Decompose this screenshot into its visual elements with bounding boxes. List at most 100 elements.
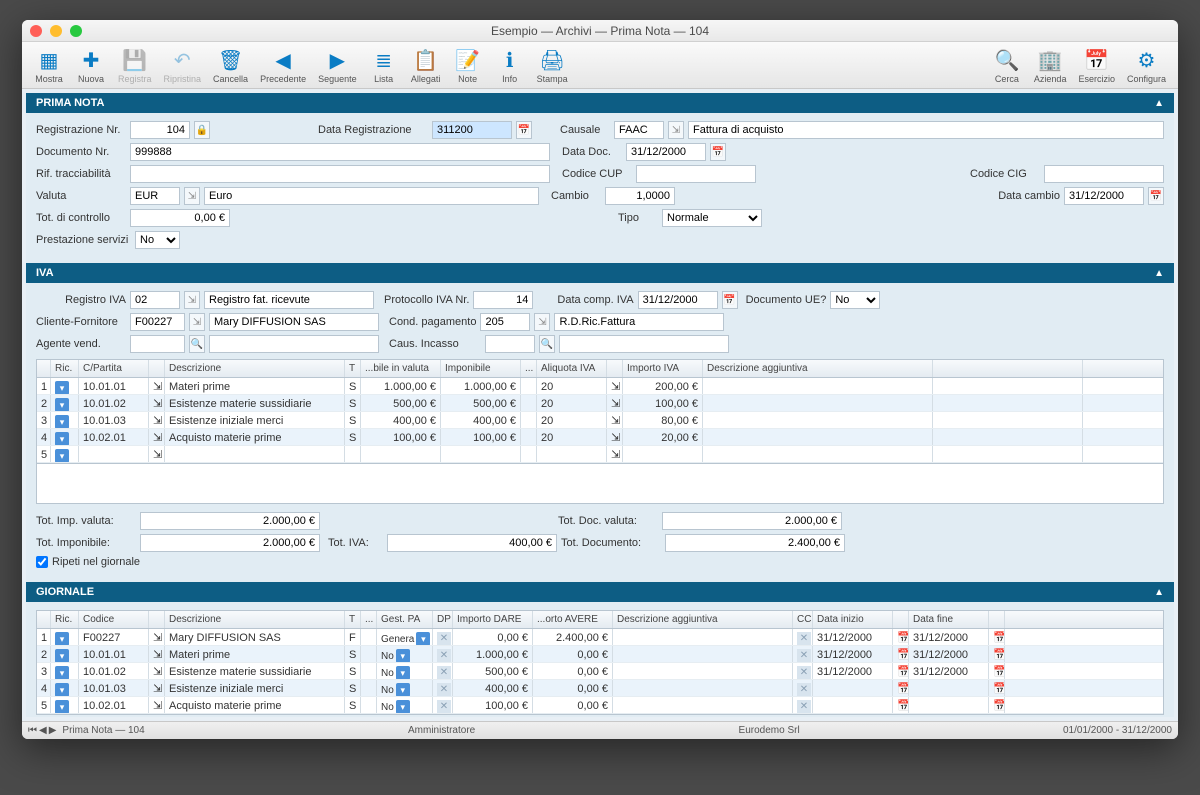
col-header[interactable] — [933, 360, 1083, 377]
row-menu-icon[interactable]: ▾ — [55, 700, 69, 713]
panel-prima-nota-header[interactable]: PRIMA NOTA ▲ — [26, 93, 1174, 113]
toolbar-allegati-button[interactable]: 📋Allegati — [405, 46, 447, 84]
row-menu-icon[interactable]: ▾ — [55, 432, 69, 445]
col-header[interactable] — [149, 360, 165, 377]
toolbar-mostra-button[interactable]: ▦Mostra — [28, 46, 70, 84]
col-header[interactable] — [37, 611, 51, 628]
collapse-icon[interactable]: ▲ — [1154, 587, 1164, 598]
lookup-icon[interactable]: ⇲ — [668, 121, 684, 139]
table-row[interactable]: 5▾10.02.01⇲Acquisto materie primeSNo▾✕10… — [37, 697, 1163, 714]
toolbar-precedente-button[interactable]: ◀Precedente — [254, 46, 312, 84]
cambio-field[interactable] — [605, 187, 675, 205]
toolbar-cerca-button[interactable]: 🔍Cerca — [986, 46, 1028, 84]
col-header[interactable] — [607, 360, 623, 377]
col-header[interactable]: CC — [793, 611, 813, 628]
toolbar-azienda-button[interactable]: 🏢Azienda — [1028, 46, 1073, 84]
cli-field[interactable] — [130, 313, 185, 331]
table-row[interactable]: 4▾10.01.03⇲Esistenze iniziale merciSNo▾✕… — [37, 680, 1163, 697]
reg-nr-field[interactable] — [130, 121, 190, 139]
collapse-icon[interactable]: ▲ — [1154, 268, 1164, 279]
col-header[interactable]: Data fine — [909, 611, 989, 628]
clear-icon[interactable]: ✕ — [437, 649, 451, 662]
table-row[interactable]: 5▾⇲⇲ — [37, 446, 1163, 463]
data-reg-field[interactable] — [432, 121, 512, 139]
calendar-icon[interactable]: 📅 — [722, 291, 738, 309]
col-header[interactable]: ...orto AVERE — [533, 611, 613, 628]
col-header[interactable]: DP — [433, 611, 453, 628]
data-comp-field[interactable] — [638, 291, 718, 309]
dropdown-icon[interactable]: ▾ — [396, 700, 410, 713]
ripeti-checkbox[interactable] — [36, 556, 48, 568]
clear-icon[interactable]: ✕ — [797, 666, 811, 679]
lookup-icon[interactable]: ⇲ — [189, 313, 205, 331]
col-header[interactable] — [893, 611, 909, 628]
toolbar-configura-button[interactable]: ⚙Configura — [1121, 46, 1172, 84]
nav-prev-icon[interactable]: ◀ — [39, 725, 47, 736]
table-row[interactable]: 3▾10.01.03⇲Esistenze iniziale merciS400,… — [37, 412, 1163, 429]
row-menu-icon[interactable]: ▾ — [55, 649, 69, 662]
toolbar-note-button[interactable]: 📝Note — [447, 46, 489, 84]
clear-icon[interactable]: ✕ — [437, 632, 451, 645]
col-header[interactable] — [989, 611, 1005, 628]
clear-icon[interactable]: ✕ — [797, 649, 811, 662]
cond-field[interactable] — [480, 313, 530, 331]
cli-desc-field[interactable] — [209, 313, 379, 331]
agente-field[interactable] — [130, 335, 185, 353]
col-header[interactable]: Descrizione — [165, 360, 345, 377]
col-header[interactable]: Descrizione aggiuntiva — [703, 360, 933, 377]
valuta-desc-field[interactable] — [204, 187, 539, 205]
lookup-icon[interactable]: ⇲ — [184, 291, 200, 309]
col-header[interactable]: Codice — [79, 611, 149, 628]
data-doc-field[interactable] — [626, 143, 706, 161]
table-row[interactable]: 2▾10.01.01⇲Materi primeSNo▾✕1.000,00 €0,… — [37, 646, 1163, 663]
nav-first-icon[interactable]: ⏮ — [28, 725, 37, 736]
prest-select[interactable]: No — [135, 231, 180, 249]
dropdown-icon[interactable]: ▾ — [416, 632, 430, 645]
clear-icon[interactable]: ✕ — [797, 700, 811, 713]
panel-iva-header[interactable]: IVA ▲ — [26, 263, 1174, 283]
search-icon[interactable]: 🔍 — [539, 335, 555, 353]
col-header[interactable]: Descrizione aggiuntiva — [613, 611, 793, 628]
lookup-icon[interactable]: ⇲ — [534, 313, 550, 331]
reg-iva-field[interactable] — [130, 291, 180, 309]
col-header[interactable]: Gest. PA — [377, 611, 433, 628]
clear-icon[interactable]: ✕ — [797, 683, 811, 696]
row-menu-icon[interactable]: ▾ — [55, 398, 69, 411]
col-header[interactable] — [37, 360, 51, 377]
row-menu-icon[interactable]: ▾ — [55, 666, 69, 679]
col-header[interactable]: ... — [521, 360, 537, 377]
clear-icon[interactable]: ✕ — [437, 666, 451, 679]
calendar-icon[interactable]: 📅 — [1148, 187, 1164, 205]
dropdown-icon[interactable]: ▾ — [396, 666, 410, 679]
col-header[interactable]: C/Partita — [79, 360, 149, 377]
row-menu-icon[interactable]: ▾ — [55, 415, 69, 428]
col-header[interactable]: T — [345, 611, 361, 628]
valuta-field[interactable] — [130, 187, 180, 205]
col-header[interactable]: ... — [361, 611, 377, 628]
collapse-icon[interactable]: ▲ — [1154, 98, 1164, 109]
table-row[interactable]: 4▾10.02.01⇲Acquisto materie primeS100,00… — [37, 429, 1163, 446]
table-row[interactable]: 1▾10.01.01⇲Materi primeS1.000,00 €1.000,… — [37, 378, 1163, 395]
col-header[interactable]: Imponibile — [441, 360, 521, 377]
tipo-select[interactable]: Normale — [662, 209, 762, 227]
dropdown-icon[interactable]: ▾ — [396, 649, 410, 662]
table-row[interactable]: 1▾F00227⇲Mary DIFFUSION SASFGenera▾✕0,00… — [37, 629, 1163, 646]
toolbar-nuova-button[interactable]: ✚Nuova — [70, 46, 112, 84]
data-cambio-field[interactable] — [1064, 187, 1144, 205]
toolbar-lista-button[interactable]: ≣Lista — [363, 46, 405, 84]
search-icon[interactable]: 🔍 — [189, 335, 205, 353]
causale-desc-field[interactable] — [688, 121, 1164, 139]
agente-desc-field[interactable] — [209, 335, 379, 353]
doc-ue-select[interactable]: No — [830, 291, 880, 309]
causale-field[interactable] — [614, 121, 664, 139]
reg-iva-desc-field[interactable] — [204, 291, 374, 309]
col-header[interactable]: Ric. — [51, 611, 79, 628]
clear-icon[interactable]: ✕ — [437, 683, 451, 696]
cond-desc-field[interactable] — [554, 313, 724, 331]
tot-ctrl-field[interactable] — [130, 209, 230, 227]
caus-inc-desc-field[interactable] — [559, 335, 729, 353]
clear-icon[interactable]: ✕ — [437, 700, 451, 713]
lookup-icon[interactable]: ⇲ — [184, 187, 200, 205]
col-header[interactable]: Descrizione — [165, 611, 345, 628]
table-row[interactable]: 2▾10.01.02⇲Esistenze materie sussidiarie… — [37, 395, 1163, 412]
